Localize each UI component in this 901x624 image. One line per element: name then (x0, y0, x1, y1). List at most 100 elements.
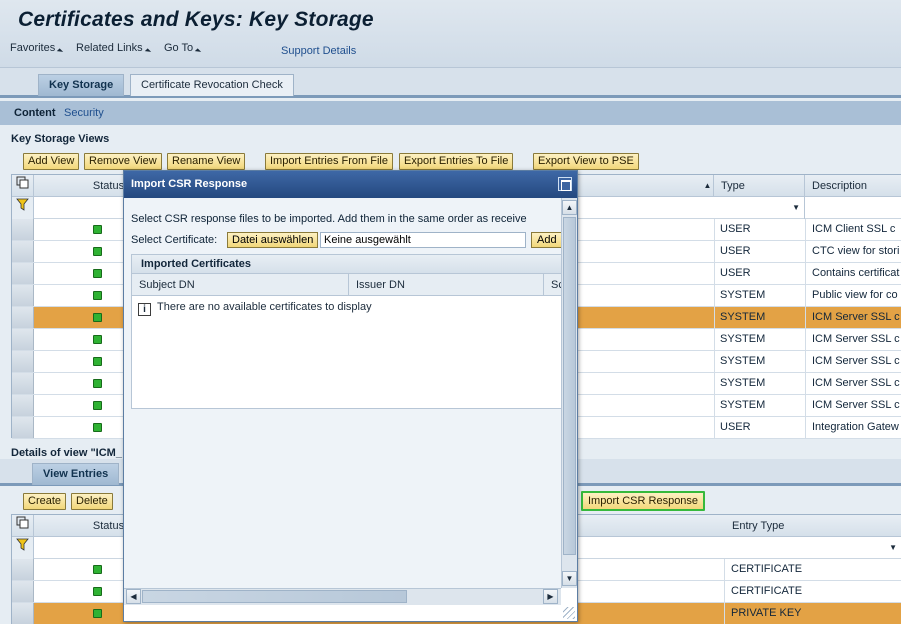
resize-grip-icon[interactable] (563, 607, 575, 619)
cell-description: ICM Server SSL c (812, 311, 900, 323)
menu-arrow-icon (144, 48, 151, 55)
column-divider (724, 581, 725, 602)
column-divider (714, 307, 715, 328)
cell-entry-type: CERTIFICATE (731, 585, 803, 597)
import-csr-response-button[interactable]: Import CSR Response (581, 491, 706, 511)
subnav-content[interactable]: Content (14, 107, 56, 119)
row-selector[interactable] (12, 395, 34, 416)
row-selector[interactable] (12, 219, 34, 240)
dialog-vertical-scrollbar[interactable]: ▲ ▼ (561, 198, 577, 588)
row-selector[interactable] (12, 307, 34, 328)
status-green-icon (93, 247, 102, 256)
cell-description: ICM Server SSL c (812, 355, 900, 367)
column-divider (714, 329, 715, 350)
sub-navigation: Content Security (0, 101, 901, 125)
dialog-body: Select CSR response files to be imported… (124, 198, 561, 588)
filter-icon[interactable] (12, 197, 34, 219)
status-green-icon (93, 401, 102, 410)
column-settings-icon[interactable] (12, 175, 34, 197)
import-entries-from-file-button[interactable]: Import Entries From File (265, 153, 393, 170)
column-settings-icon[interactable] (12, 515, 34, 537)
scroll-up-icon[interactable]: ▲ (562, 200, 577, 215)
cell-description: ICM Server SSL c (812, 377, 900, 389)
create-button[interactable]: Create (23, 493, 67, 510)
cell-entry-type: PRIVATE KEY (731, 607, 802, 619)
rename-view-button[interactable]: Rename View (167, 153, 246, 170)
row-selector[interactable] (12, 417, 34, 438)
row-selector[interactable] (12, 351, 34, 372)
scroll-left-icon[interactable]: ◀ (126, 589, 141, 604)
menu-related-links[interactable]: Related Links (76, 42, 151, 55)
row-selector[interactable] (12, 559, 34, 580)
tab-view-entries[interactable]: View Entries (32, 463, 120, 485)
column-header-description[interactable]: Description (805, 175, 901, 197)
column-divider (805, 219, 806, 240)
type-filter-dropdown[interactable]: ▼ (714, 197, 805, 219)
add-view-button[interactable]: Add View (23, 153, 80, 170)
status-green-icon (93, 587, 102, 596)
remove-view-button[interactable]: Remove View (84, 153, 162, 170)
tab-key-storage[interactable]: Key Storage (38, 74, 125, 96)
export-view-to-pse-button[interactable]: Export View to PSE (533, 153, 639, 170)
column-divider (805, 241, 806, 262)
status-green-icon (93, 609, 102, 618)
menu-go-to[interactable]: Go To (164, 42, 202, 55)
row-selector[interactable] (12, 285, 34, 306)
column-header-subject-dn[interactable]: Subject DN (132, 274, 349, 296)
status-green-icon (93, 291, 102, 300)
row-selector[interactable] (12, 241, 34, 262)
status-green-icon (93, 379, 102, 388)
entry-type-filter-dropdown[interactable]: ▼ (724, 537, 901, 559)
column-header-type[interactable]: Type (714, 175, 805, 197)
sort-icon[interactable]: ▲ (702, 175, 714, 197)
cell-description: ICM Server SSL c (812, 399, 900, 411)
main-tabstrip: Key Storage Certificate Revocation Check (0, 68, 901, 98)
status-green-icon (93, 335, 102, 344)
info-icon: i (138, 303, 151, 316)
column-header-issuer-dn[interactable]: Issuer DN (349, 274, 544, 296)
key-storage-views-title: Key Storage Views (11, 133, 110, 145)
row-selector[interactable] (12, 581, 34, 602)
column-divider (805, 373, 806, 394)
row-selector[interactable] (12, 263, 34, 284)
column-divider (714, 263, 715, 284)
export-entries-to-file-button[interactable]: Export Entries To File (399, 153, 514, 170)
choose-file-button[interactable]: Datei auswählen (227, 232, 319, 248)
row-selector[interactable] (12, 373, 34, 394)
support-details-link[interactable]: Support Details (281, 45, 356, 57)
row-selector[interactable] (12, 603, 34, 624)
maximize-icon[interactable] (558, 177, 572, 191)
page-header: Certificates and Keys: Key Storage Favor… (0, 0, 901, 68)
vertical-scroll-thumb[interactable] (563, 217, 576, 555)
column-divider (714, 285, 715, 306)
dialog-horizontal-scrollbar[interactable]: ◀ ▶ (124, 588, 561, 605)
horizontal-scroll-thumb[interactable] (142, 590, 407, 603)
row-selector[interactable] (12, 329, 34, 350)
cell-description: ICM Server SSL c (812, 333, 900, 345)
cell-type: USER (720, 223, 751, 235)
column-header-sc[interactable]: Sc (544, 274, 561, 296)
cell-type: USER (720, 421, 751, 433)
column-divider (714, 219, 715, 240)
filter-icon[interactable] (12, 537, 34, 559)
subnav-security[interactable]: Security (64, 107, 104, 119)
imported-certificates-title: Imported Certificates (132, 255, 561, 274)
column-divider (805, 285, 806, 306)
cell-type: SYSTEM (720, 355, 766, 367)
cell-description: CTC view for stori (812, 245, 900, 257)
add-button[interactable]: Add (531, 232, 561, 248)
delete-button[interactable]: Delete (71, 493, 113, 510)
scroll-down-icon[interactable]: ▼ (562, 571, 577, 586)
scroll-right-icon[interactable]: ▶ (543, 589, 558, 604)
select-certificate-label: Select Certificate: (131, 234, 218, 246)
tab-certificate-revocation-check[interactable]: Certificate Revocation Check (130, 74, 294, 96)
column-divider (714, 241, 715, 262)
status-green-icon (93, 357, 102, 366)
status-green-icon (93, 423, 102, 432)
dialog-title[interactable]: Import CSR Response (124, 171, 577, 198)
cell-description: Public view for co (812, 289, 898, 301)
column-header-entry-type[interactable]: Entry Type (724, 515, 901, 537)
import-csr-response-dialog: Import CSR Response Select CSR response … (123, 170, 578, 622)
menu-favorites[interactable]: Favorites (10, 42, 64, 55)
page-title: Certificates and Keys: Key Storage (18, 8, 374, 31)
